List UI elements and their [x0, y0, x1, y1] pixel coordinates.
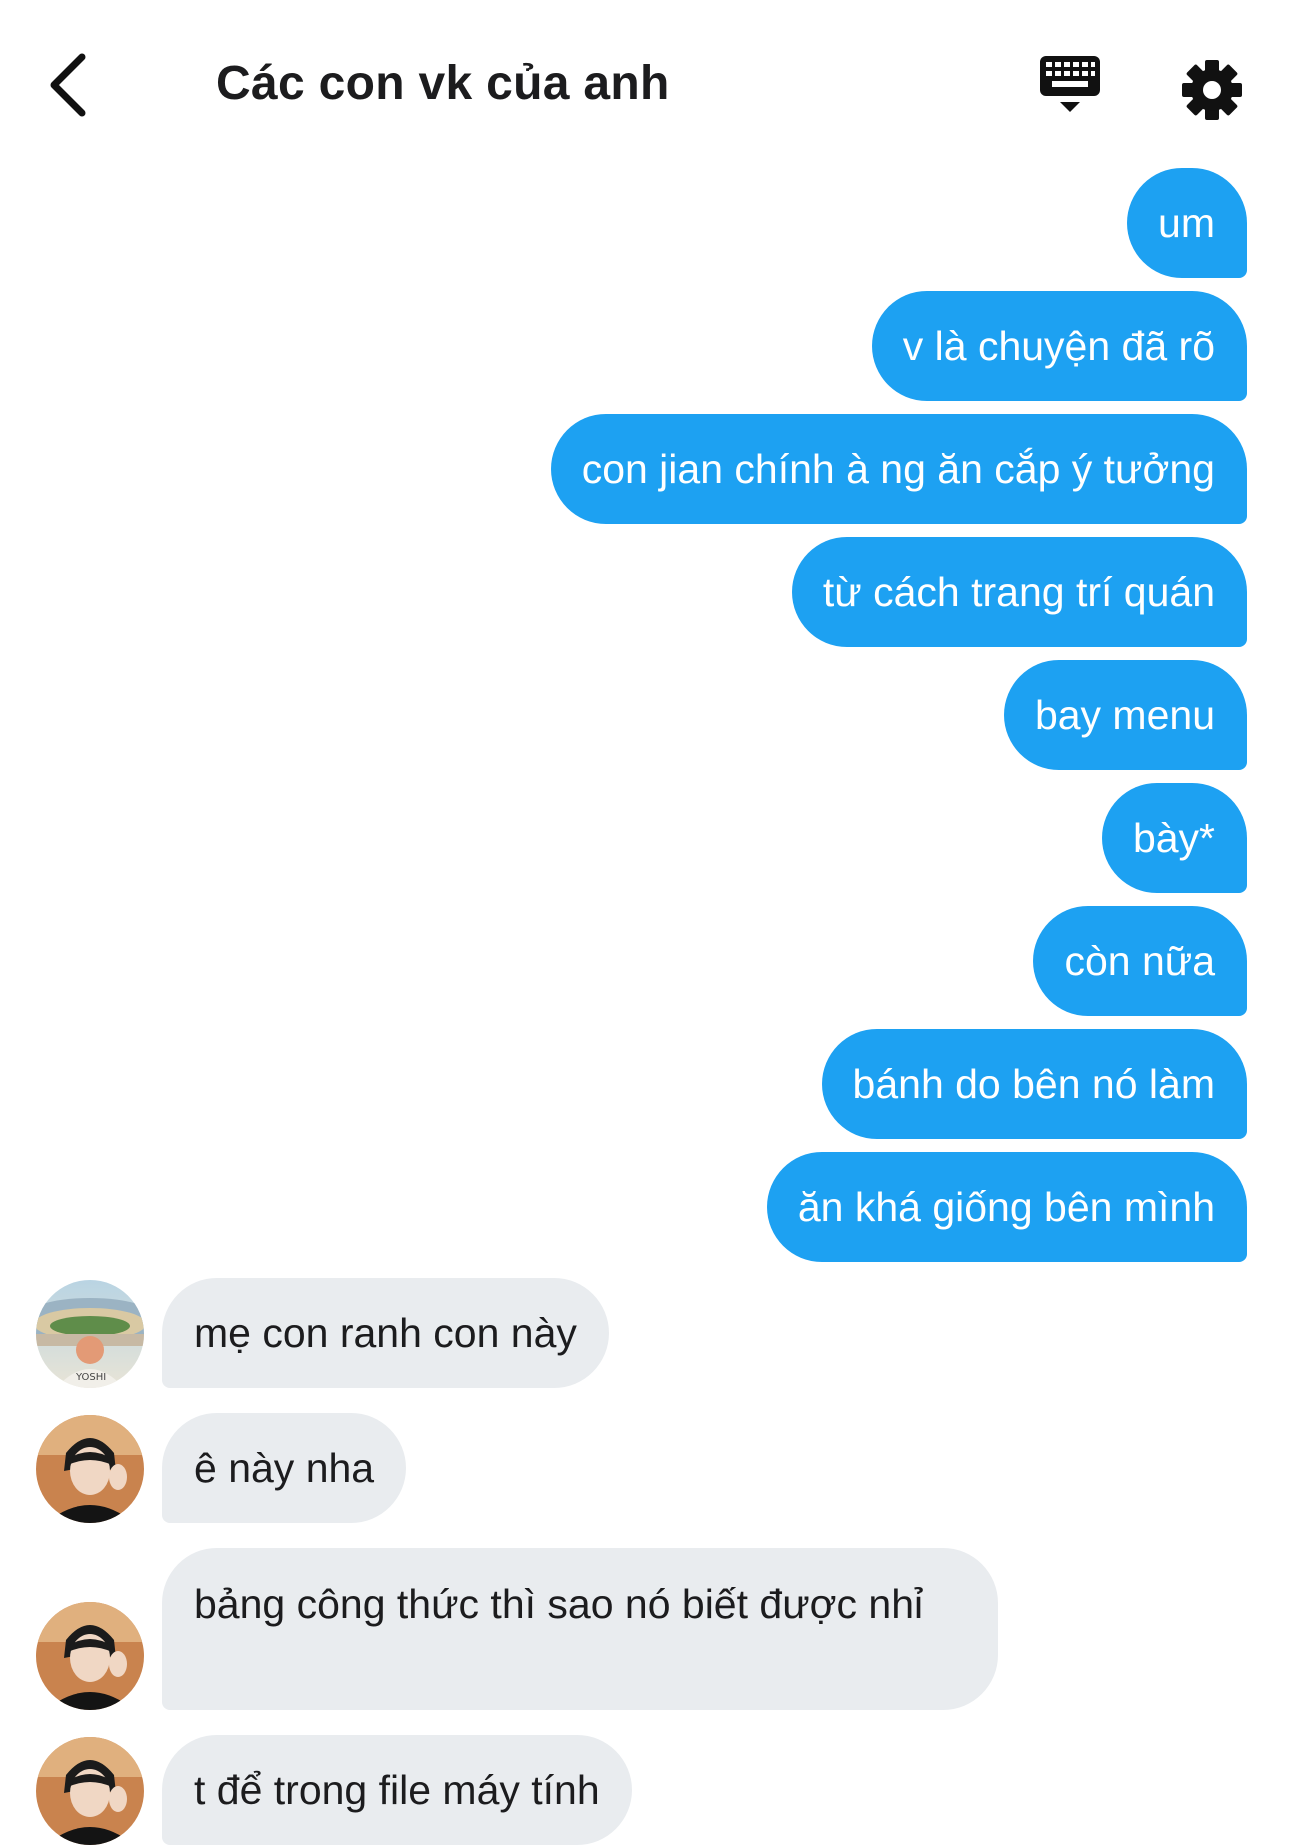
message-thread: um v là chuyện đã rõ con jian chính à ng…	[0, 0, 1290, 1848]
outgoing-message[interactable]: ăn khá giống bên mình	[766, 1152, 1247, 1262]
outgoing-message[interactable]: còn nữa	[1033, 906, 1247, 1016]
incoming-message[interactable]: mẹ con ranh con này	[162, 1278, 609, 1388]
avatar[interactable]	[36, 1415, 144, 1523]
incoming-message[interactable]: bảng công thức thì sao nó biết được nhỉ	[162, 1548, 998, 1710]
avatar-jersey-text: YOSHI	[75, 1372, 106, 1383]
outgoing-message[interactable]: v là chuyện đã rõ	[871, 291, 1247, 401]
outgoing-message[interactable]: bày*	[1101, 783, 1247, 893]
outgoing-message[interactable]: bay menu	[1003, 660, 1247, 770]
outgoing-message[interactable]: từ cách trang trí quán	[791, 537, 1247, 647]
avatar[interactable]	[36, 1602, 144, 1710]
outgoing-message[interactable]: um	[1127, 168, 1247, 278]
avatar[interactable]	[36, 1737, 144, 1845]
outgoing-message[interactable]: bánh do bên nó làm	[821, 1029, 1247, 1139]
incoming-message[interactable]: t để trong file máy tính	[162, 1735, 632, 1845]
avatar[interactable]: YOSHI	[36, 1280, 144, 1388]
incoming-message[interactable]: ê này nha	[162, 1413, 407, 1523]
outgoing-message[interactable]: con jian chính à ng ăn cắp ý tưởng	[550, 414, 1247, 524]
